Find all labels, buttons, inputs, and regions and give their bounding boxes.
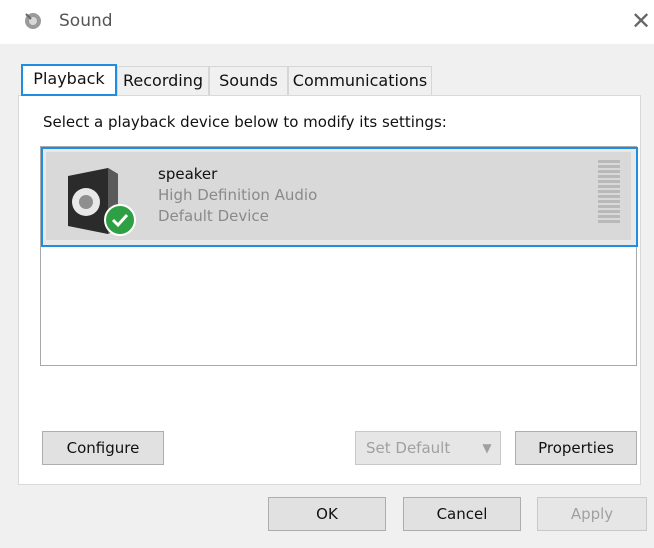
title-bar: Sound ✕ (0, 0, 654, 44)
level-meter-bar (598, 165, 620, 168)
level-meter-bar (598, 185, 620, 188)
level-meter-bar (598, 195, 620, 198)
device-status: Default Device (158, 207, 269, 225)
level-meter-bar (598, 220, 620, 223)
set-default-button[interactable]: Set Default ▼ (355, 431, 501, 465)
level-meter-bar (598, 160, 620, 163)
ok-button[interactable]: OK (268, 497, 386, 531)
level-meter-bar (598, 175, 620, 178)
apply-button[interactable]: Apply (537, 497, 647, 531)
device-item-background: speaker High Definition Audio Default De… (46, 152, 631, 240)
level-meter-bar (598, 210, 620, 213)
device-driver: High Definition Audio (158, 186, 318, 204)
level-meter-bar (598, 180, 620, 183)
playback-panel: Select a playback device below to modify… (18, 95, 641, 485)
level-meter-bar (598, 205, 620, 208)
tab-recording[interactable]: Recording (117, 66, 209, 96)
sound-app-icon (25, 13, 41, 29)
level-meter-bar (598, 200, 620, 203)
level-meter-bar (598, 170, 620, 173)
tab-playback[interactable]: Playback (21, 64, 117, 96)
window-title: Sound (59, 11, 113, 31)
level-meter-bar (598, 190, 620, 193)
cancel-button[interactable]: Cancel (403, 497, 521, 531)
close-button[interactable]: ✕ (630, 8, 652, 34)
tab-sounds[interactable]: Sounds (209, 66, 288, 96)
properties-button[interactable]: Properties (515, 431, 637, 465)
level-meter-bar (598, 215, 620, 218)
device-list[interactable]: speaker High Definition Audio Default De… (40, 146, 638, 366)
chevron-down-icon[interactable]: ▼ (474, 432, 500, 464)
device-name: speaker (158, 165, 218, 183)
default-check-icon (104, 204, 136, 236)
volume-level-meter (598, 160, 620, 228)
dialog-content: Playback Recording Sounds Communications… (0, 44, 654, 548)
device-item-speaker[interactable]: speaker High Definition Audio Default De… (41, 147, 638, 247)
tab-communications[interactable]: Communications (288, 66, 432, 96)
configure-button[interactable]: Configure (42, 431, 164, 465)
set-default-label: Set Default (366, 439, 451, 457)
instruction-text: Select a playback device below to modify… (43, 113, 447, 131)
